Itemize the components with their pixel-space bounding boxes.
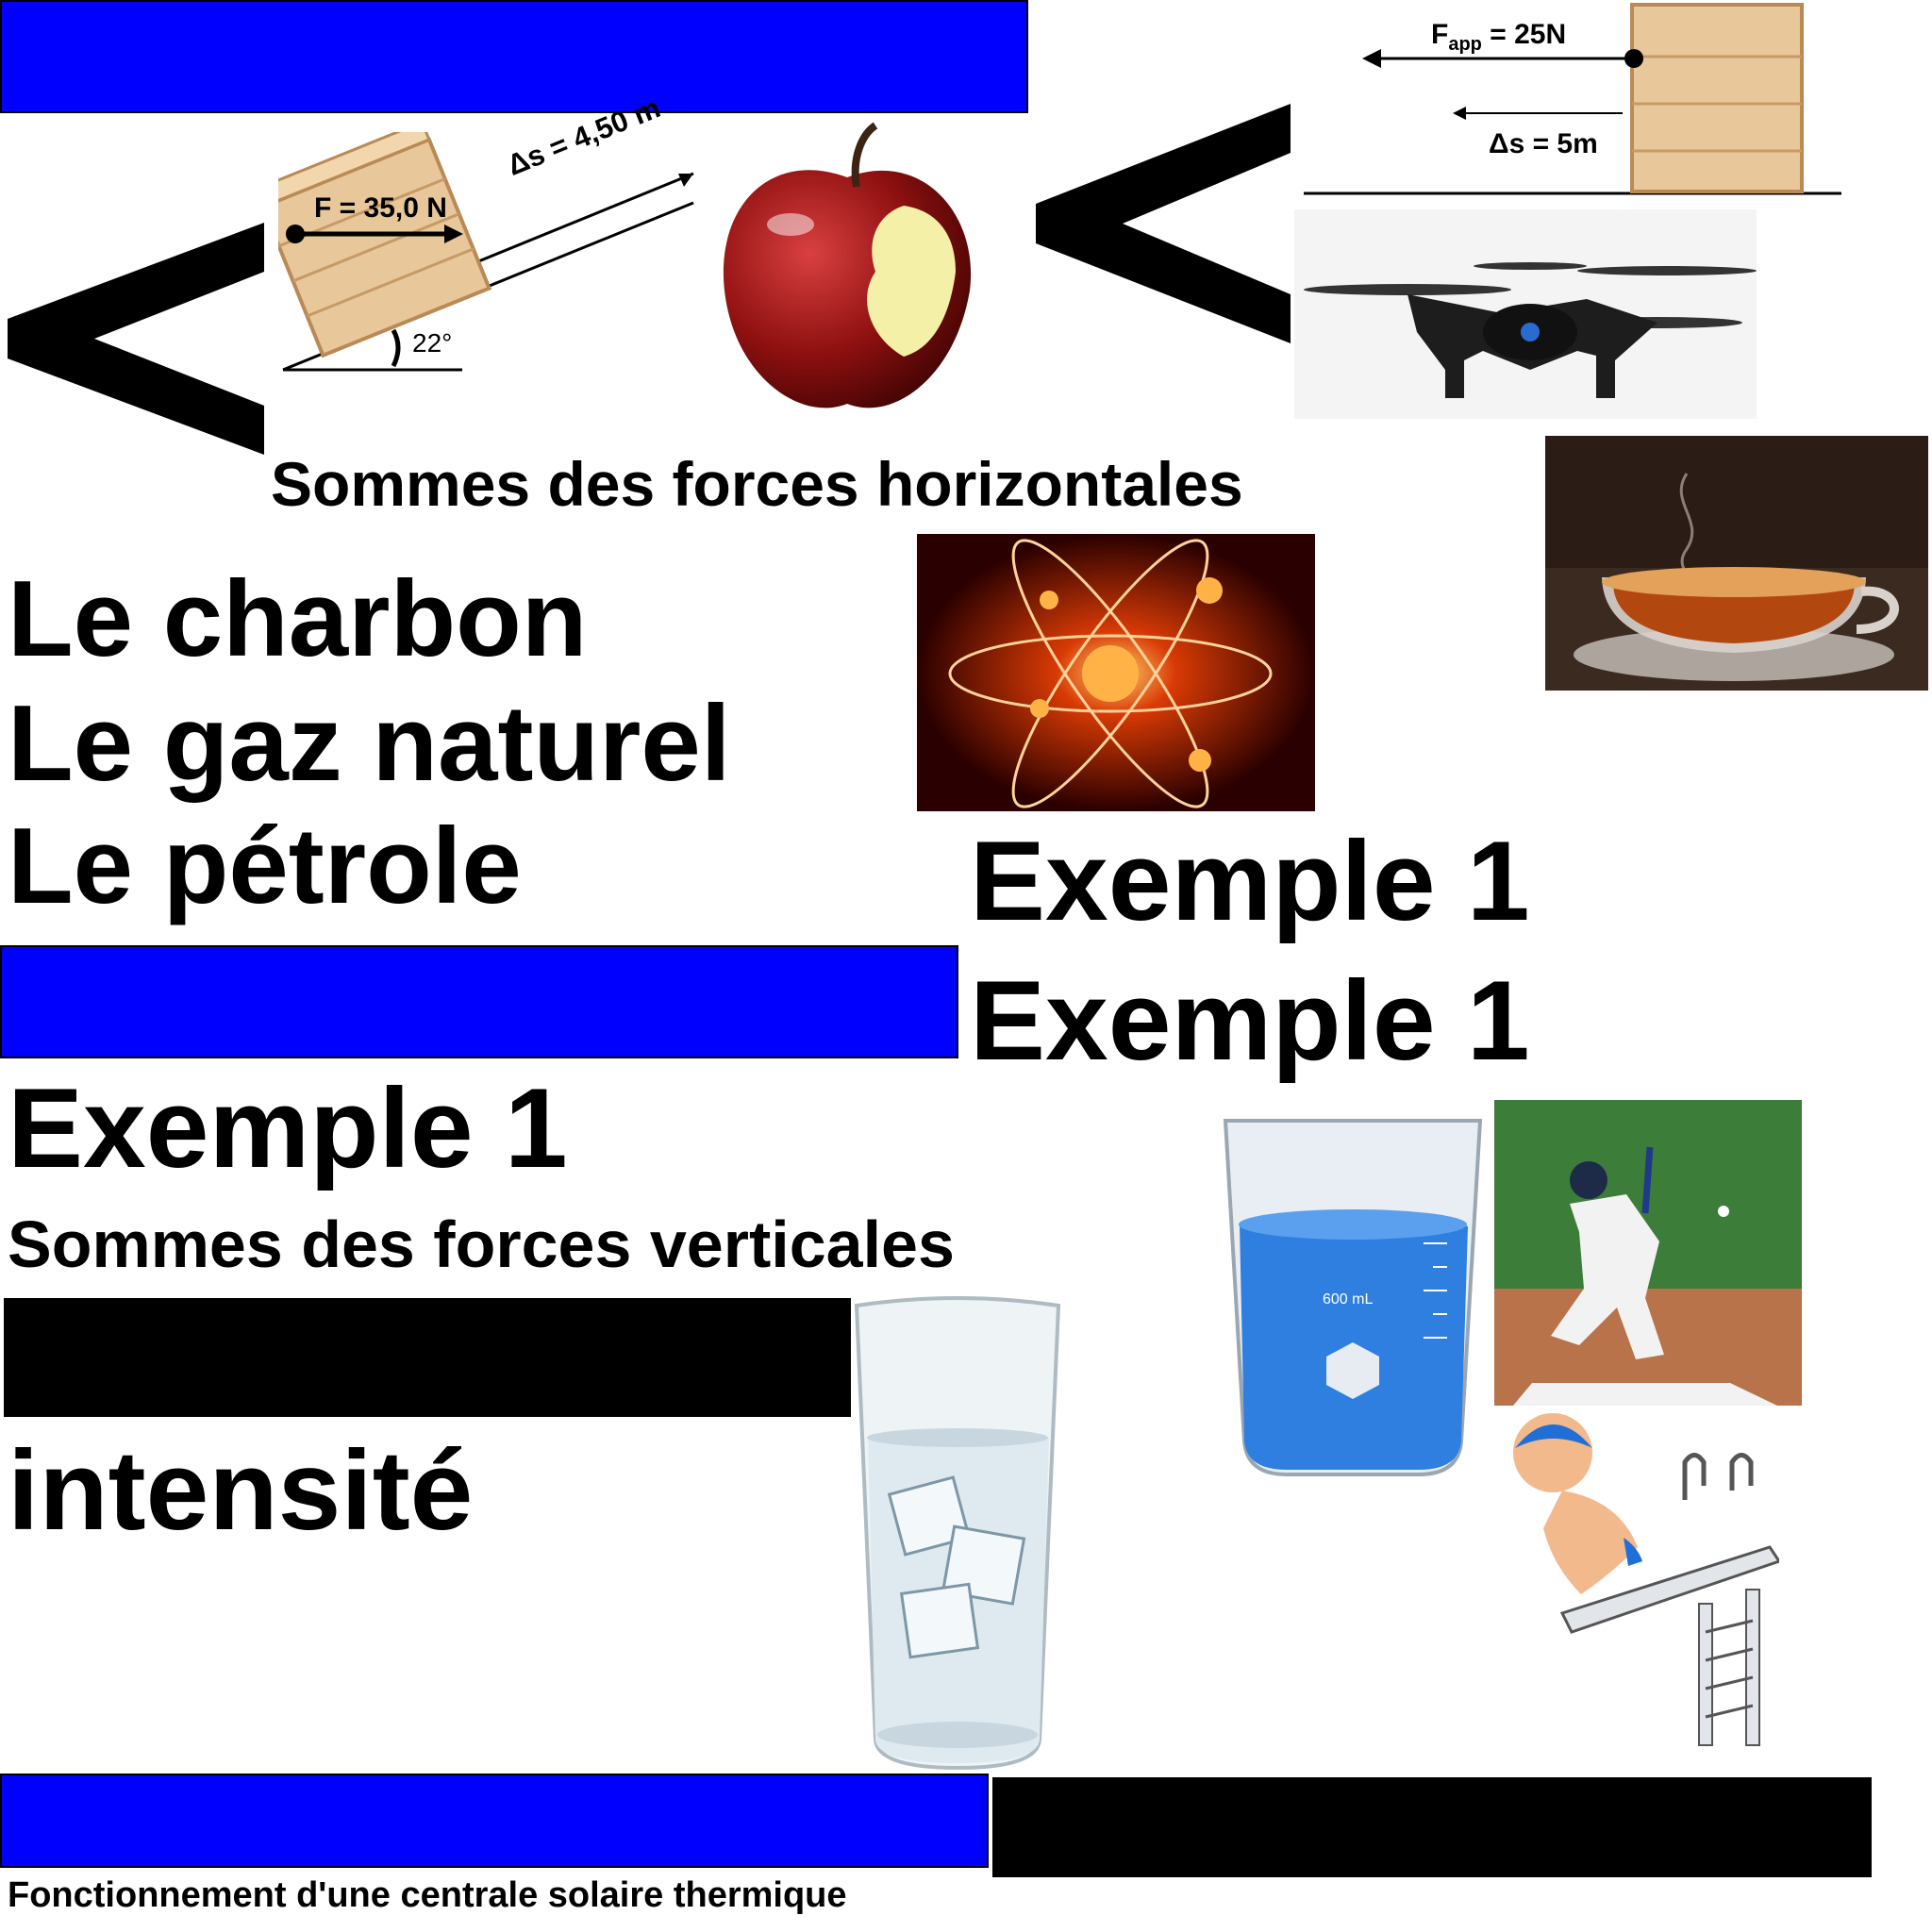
black-bar-bottom xyxy=(992,1777,1872,1877)
blue-bar-bottom xyxy=(0,1774,989,1868)
horizontal-diagram: Fapp = 25N Δs = 5m xyxy=(1302,0,1844,198)
black-bar-middle xyxy=(4,1298,851,1417)
baseball-icon xyxy=(1494,1100,1802,1406)
natural-gas-text: Le gaz naturel xyxy=(8,684,731,804)
example-label-b: Exemple 1 xyxy=(970,958,1530,1084)
diver-icon xyxy=(1496,1406,1779,1753)
horizontal-forces-heading: Sommes des forces horizontales xyxy=(271,449,1243,519)
apple-icon xyxy=(715,121,979,421)
blue-bar-top xyxy=(0,0,1028,113)
beaker-icon: 600 mL xyxy=(1211,1102,1494,1483)
horizontal-force-label: Fapp = 25N xyxy=(1431,19,1567,55)
solar-plant-text: Fonctionnement d'une centrale solaire th… xyxy=(8,1875,847,1915)
incline-diagram: F = 35,0 N Δs = 4,50 m 22° xyxy=(278,91,712,377)
beaker-volume-label: 600 mL xyxy=(1323,1291,1374,1307)
blue-bar-middle xyxy=(0,945,958,1058)
drone-icon xyxy=(1294,209,1757,419)
less-than-symbol-left: < xyxy=(8,223,264,455)
intensity-text: intensité xyxy=(8,1427,474,1554)
less-than-symbol-right: < xyxy=(1036,104,1291,343)
incline-force-label: F = 35,0 N xyxy=(314,192,447,224)
incline-angle-label: 22° xyxy=(412,328,453,358)
water-glass-icon xyxy=(849,1296,1066,1772)
vertical-forces-heading: Sommes des forces verticales xyxy=(8,1208,955,1281)
tea-cup-icon xyxy=(1545,436,1928,691)
horizontal-displacement-label: Δs = 5m xyxy=(1489,128,1598,159)
example-label-a: Exemple 1 xyxy=(970,818,1530,944)
oil-text: Le pétrole xyxy=(8,807,522,926)
example-label-c: Exemple 1 xyxy=(8,1065,568,1191)
coal-text: Le charbon xyxy=(8,559,588,679)
atom-icon xyxy=(917,534,1315,811)
